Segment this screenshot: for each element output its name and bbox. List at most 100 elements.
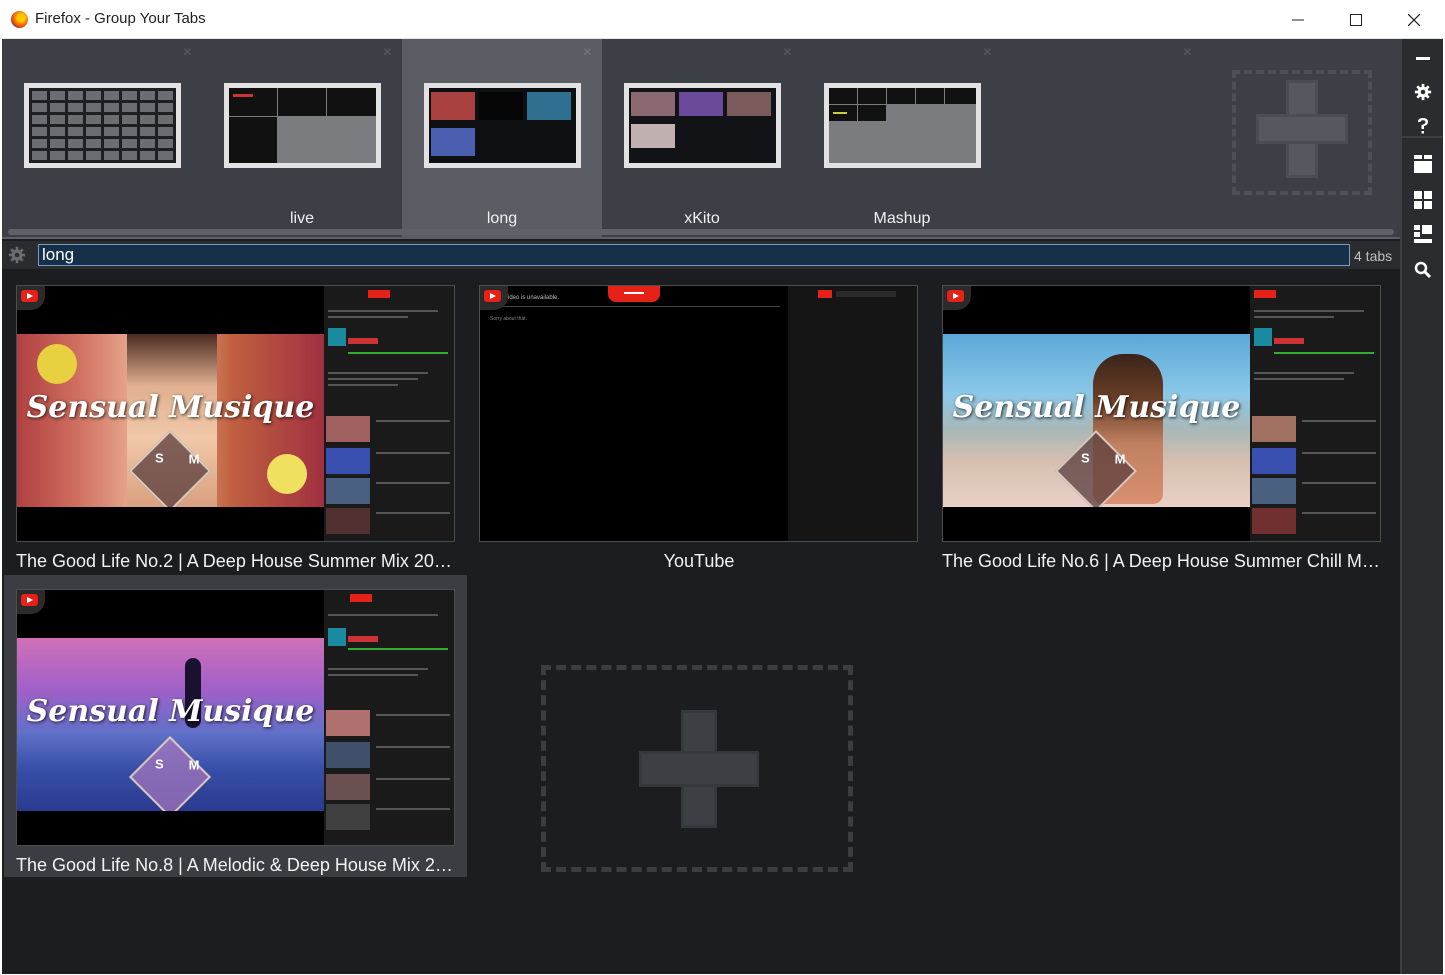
group-label: Mashup [873, 210, 931, 227]
tab-card[interactable]: Sensual Musique SM The Good Life No.6 | … [930, 271, 1393, 573]
group-label: live [289, 210, 314, 227]
group-close-icon[interactable]: × [983, 45, 992, 61]
group-xkito[interactable]: × xKito [602, 39, 802, 239]
tab-thumbnail: This video is unavailable. Sorry about t… [479, 285, 918, 542]
group-long[interactable]: × long [402, 39, 602, 239]
gear-icon [1414, 83, 1431, 101]
tab-title: The Good Life No.8 | A Melodic & Deep Ho… [16, 855, 456, 875]
group-mashup[interactable]: × Mashup [802, 39, 1002, 239]
unavailable-sub: Sorry about that. [490, 316, 527, 322]
group-close-icon[interactable]: × [183, 45, 192, 61]
thumbnail-cell [158, 103, 173, 112]
tab-title: The Good Life No.2 | A Deep House Summer… [16, 551, 456, 571]
thumbnail-cell [140, 115, 155, 124]
tab-thumbnail: Sensual Musique SM [16, 589, 455, 846]
thumbnail-cell [86, 151, 101, 160]
tab-card[interactable]: This video is unavailable. Sorry about t… [467, 271, 930, 573]
thumbnail-cell [122, 103, 137, 112]
layout-mixed-button[interactable] [1402, 217, 1443, 251]
video-overlay-title: Sensual Musique [952, 390, 1241, 425]
maximize-icon [1350, 13, 1362, 26]
thumbnail-cell [32, 139, 47, 148]
gear-icon[interactable] [8, 246, 26, 264]
toolbar-separator [1402, 136, 1443, 138]
thumbnail-cell [122, 139, 137, 148]
thumbnail-cell [140, 139, 155, 148]
settings-button[interactable] [1402, 75, 1443, 109]
tab-title: YouTube [663, 551, 735, 571]
thumbnail-cell [86, 103, 101, 112]
tab-card[interactable]: Sensual Musique SM The Good Life No.2 | … [4, 271, 467, 573]
thumbnail-cell [104, 139, 119, 148]
thumbnail-cell [158, 127, 173, 136]
thumbnail-cell [32, 127, 47, 136]
groups-scrollbar[interactable] [8, 229, 1394, 235]
search-icon [1414, 261, 1431, 279]
right-toolbar [1400, 39, 1443, 974]
youtube-icon [943, 286, 971, 310]
maximize-button[interactable] [1327, 0, 1385, 39]
group-close-icon[interactable]: × [783, 45, 792, 61]
plus-icon [639, 710, 759, 828]
group-label: long [486, 210, 518, 227]
layout-grid-button[interactable] [1402, 183, 1443, 217]
thumbnail-cell [32, 115, 47, 124]
search-button[interactable] [1402, 253, 1443, 287]
thumbnail-cell [140, 151, 155, 160]
group-unnamed[interactable]: × [2, 39, 202, 239]
video-overlay-title: Sensual Musique [26, 390, 315, 425]
thumbnail-cell [104, 91, 119, 100]
thumbnail-cell [68, 127, 83, 136]
minimize-button[interactable] [1269, 0, 1327, 39]
search-row: 4 tabs [2, 241, 1400, 269]
thumbnail-cell [122, 115, 137, 124]
firefox-icon [11, 11, 28, 28]
tab-thumbnail: Sensual Musique SM [942, 285, 1381, 542]
group-live[interactable]: × live [202, 39, 402, 239]
thumbnail-cell [122, 91, 137, 100]
group-thumbnail [624, 83, 781, 168]
help-icon [1417, 118, 1428, 134]
thumbnail-cell [50, 91, 65, 100]
close-button[interactable] [1385, 0, 1443, 39]
minimize-panel-button[interactable] [1402, 41, 1443, 75]
groups-bar: × × live × long × xKito × Mashup × [2, 39, 1400, 239]
group-close-icon[interactable]: × [583, 45, 592, 61]
video-overlay-title: Sensual Musique [26, 694, 315, 729]
thumbnail-cell [104, 115, 119, 124]
thumbnail-cell [50, 139, 65, 148]
minus-icon [1415, 57, 1430, 60]
group-close-icon[interactable]: × [1183, 45, 1192, 61]
thumbnail-cell [32, 151, 47, 160]
thumbnail-cell [104, 151, 119, 160]
group-your-tabs-app: × × live × long × xKito × Mashup × long … [2, 39, 1443, 974]
thumbnail-cell [32, 103, 47, 112]
thumbnail-cell [104, 127, 119, 136]
tab-thumbnail: Sensual Musique SM [16, 285, 455, 542]
thumbnail-cell [50, 127, 65, 136]
youtube-icon [17, 590, 45, 614]
thumbnail-cell [158, 115, 173, 124]
group-close-icon[interactable]: × [383, 45, 392, 61]
thumbnail-cell [86, 139, 101, 148]
thumbnail-cell [158, 151, 173, 160]
thumbnail-cell [158, 139, 173, 148]
thumbnail-cell [140, 103, 155, 112]
thumbnail-cell [50, 151, 65, 160]
layout-rows-icon [1413, 155, 1432, 173]
layout-rows-button[interactable] [1402, 147, 1443, 181]
thumbnail-cell [68, 151, 83, 160]
plus-icon [1256, 80, 1348, 178]
search-input[interactable] [38, 244, 1350, 266]
add-group-button[interactable] [1232, 70, 1372, 195]
window-titlebar: Firefox - Group Your Tabs [0, 0, 1445, 39]
thumbnail-cell [68, 91, 83, 100]
thumbnail-cell [68, 139, 83, 148]
group-label: xKito [684, 210, 720, 227]
thumbnail-cell [68, 103, 83, 112]
thumbnail-cell [122, 127, 137, 136]
tab-card-selected[interactable]: Sensual Musique SM The Good Life No.8 | … [4, 575, 467, 877]
thumbnail-cell [140, 91, 155, 100]
thumbnail-cell [140, 127, 155, 136]
add-tab-button[interactable] [541, 665, 853, 872]
